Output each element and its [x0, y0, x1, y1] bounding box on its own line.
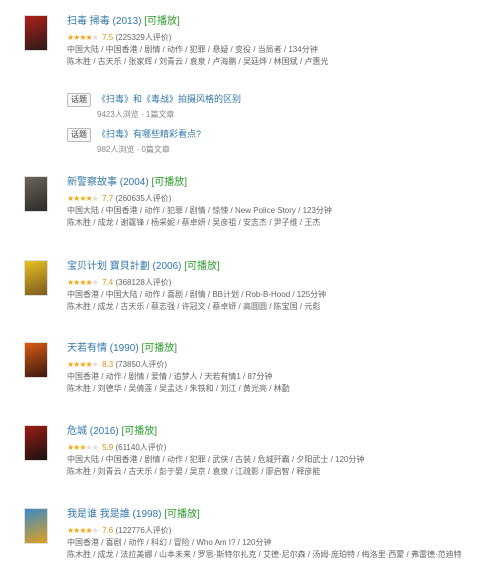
topic-stats: 9423人浏览 · 1篇文章: [97, 110, 175, 119]
vote-count: (122776人评价): [115, 526, 172, 535]
movie-meta-cast: 陈木胜 / 成龙 / 法拉美娜 / 山本未来 / 罗恩·斯特尔扎克 / 艾德·尼…: [67, 550, 462, 559]
vote-count: (260635人评价): [115, 194, 172, 203]
topic-tag: 话题: [67, 128, 91, 142]
rating-stars-icon: ★★★★★: [67, 443, 99, 452]
rating-stars-icon: ★★★★★: [67, 33, 99, 42]
movie-info: 危城 (2016) [可播放] ★★★★★ 5.9 (61140人评价) 中国大…: [67, 425, 492, 478]
movie-info: 我是谁 我是誰 (1998) [可播放] ★★★★★ 7.6 (122776人评…: [67, 508, 492, 561]
movie-result-list: 扫毒 掃毒 (2013) [可播放] ★★★★★ 7.5 (225329人评价)…: [0, 0, 500, 580]
poster-image: [25, 177, 47, 211]
topic-stats: 982人浏览 · 0篇文章: [97, 145, 170, 154]
poster-image: [25, 16, 47, 50]
movie-meta-cast: 陈木胜 / 成龙 / 谢霆锋 / 杨采妮 / 蔡卓妍 / 吴彦祖 / 安志杰 /…: [67, 218, 321, 227]
topic-title-link[interactable]: 《扫毒》和《毒战》拍摄风格的区别: [97, 93, 241, 106]
rating-stars-icon: ★★★★★: [67, 360, 99, 369]
rating-line: ★★★★★ 7.6 (122776人评价): [67, 525, 492, 537]
playable-label[interactable]: [可播放]: [144, 16, 180, 27]
movie-meta-genres: 中国大陆 / 中国香港 / 剧情 / 动作 / 犯罪 / 悬疑 / 变役 / 当…: [67, 45, 318, 54]
rating-score: 7.7: [102, 194, 114, 203]
playable-label[interactable]: [可播放]: [184, 261, 220, 272]
movie-meta-genres: 中国香港 / 动作 / 剧情 / 爱情 / 追梦人 / 天若有情1 / 87分钟: [67, 372, 273, 381]
title-line: 天若有情 (1990) [可播放]: [67, 342, 492, 356]
poster-image: [25, 426, 47, 460]
rating-line: ★★★★★ 8.3 (73850人评价): [67, 359, 492, 371]
movie-info: 天若有情 (1990) [可播放] ★★★★★ 8.3 (73850人评价) 中…: [67, 342, 492, 395]
movie-meta-cast: 陈木胜 / 古天乐 / 张家辉 / 刘青云 / 袁泉 / 卢海鹏 / 吴廷烨 /…: [67, 57, 329, 66]
movie-meta-cast: 陈木胜 / 成龙 / 古天乐 / 蔡志强 / 许冠文 / 蔡卓妍 / 高圆圆 /…: [67, 302, 321, 311]
movie-title-link[interactable]: 我是谁 我是誰 (1998): [67, 509, 161, 520]
vote-count: (73850人评价): [115, 360, 168, 369]
movie-meta-genres: 中国大陆 / 中国香港 / 剧情 / 动作 / 犯罪 / 武侠 / 古装 / 危…: [67, 455, 365, 464]
title-line: 宝贝计划 寶貝計劃 (2006) [可播放]: [67, 260, 492, 274]
movie-info: 宝贝计划 寶貝計劃 (2006) [可播放] ★★★★★ 7.4 (368128…: [67, 260, 492, 313]
movie-meta-genres: 中国香港 / 喜剧 / 动作 / 科幻 / 冒险 / Who Am I? / 1…: [67, 538, 272, 547]
vote-count: (61140人评价): [115, 443, 167, 452]
rating-score: 8.3: [102, 360, 114, 369]
vote-count: (225329人评价): [115, 33, 172, 42]
topic-tag: 话题: [67, 93, 91, 107]
playable-label[interactable]: [可播放]: [164, 509, 200, 520]
rating-stars-icon: ★★★★★: [67, 526, 99, 535]
rating-score: 7.5: [102, 33, 114, 42]
movie-poster[interactable]: [24, 260, 48, 296]
movie-title-link[interactable]: 扫毒 掃毒 (2013): [67, 16, 141, 27]
movie-poster[interactable]: [24, 342, 48, 378]
playable-label[interactable]: [可播放]: [141, 343, 177, 354]
rating-stars-icon: ★★★★★: [67, 278, 99, 287]
rating-line: ★★★★★ 7.5 (225329人评价): [67, 32, 492, 44]
rating-line: ★★★★★ 7.7 (260635人评价): [67, 193, 492, 205]
movie-meta-genres: 中国香港 / 中国大陆 / 动作 / 喜剧 / 剧情 / BB计划 / Rob-…: [67, 290, 327, 299]
movie-info: 扫毒 掃毒 (2013) [可播放] ★★★★★ 7.5 (225329人评价)…: [67, 15, 492, 68]
rating-line: ★★★★★ 5.9 (61140人评价): [67, 442, 492, 454]
movie-meta-genres: 中国大陆 / 中国香港 / 动作 / 犯罪 / 剧情 / 惊悚 / New Po…: [67, 206, 332, 215]
movie-meta-cast: 陈木胜 / 刘德华 / 吴倩莲 / 吴孟达 / 朱铁和 / 刘江 / 黄光亮 /…: [67, 384, 290, 393]
rating-line: ★★★★★ 7.4 (368128人评价): [67, 277, 492, 289]
rating-score: 7.6: [102, 526, 114, 535]
topic-title-link[interactable]: 《扫毒》有哪些精彩看点?: [97, 128, 201, 141]
rating-stars-icon: ★★★★★: [67, 194, 99, 203]
movie-meta-cast: 陈木胜 / 刘青云 / 古天乐 / 彭于晏 / 吴京 / 袁泉 / 江疏影 / …: [67, 467, 321, 476]
vote-count: (368128人评价): [115, 278, 172, 287]
poster-image: [25, 509, 47, 543]
movie-poster[interactable]: [24, 425, 48, 461]
movie-poster[interactable]: [24, 15, 48, 51]
movie-info: 新警察故事 (2004) [可播放] ★★★★★ 7.7 (260635人评价)…: [67, 176, 492, 229]
rating-score: 7.4: [102, 278, 114, 287]
poster-image: [25, 343, 47, 377]
title-line: 新警察故事 (2004) [可播放]: [67, 176, 492, 190]
movie-title-link[interactable]: 天若有情 (1990): [67, 343, 139, 354]
title-line: 危城 (2016) [可播放]: [67, 425, 492, 439]
poster-image: [25, 261, 47, 295]
movie-title-link[interactable]: 宝贝计划 寶貝計劃 (2006): [67, 261, 181, 272]
rating-score: 5.9: [102, 443, 114, 452]
playable-label[interactable]: [可播放]: [121, 426, 157, 437]
title-line: 扫毒 掃毒 (2013) [可播放]: [67, 15, 492, 29]
movie-poster[interactable]: [24, 508, 48, 544]
movie-title-link[interactable]: 新警察故事 (2004): [67, 177, 149, 188]
playable-label[interactable]: [可播放]: [151, 177, 187, 188]
movie-poster[interactable]: [24, 176, 48, 212]
movie-title-link[interactable]: 危城 (2016): [67, 426, 119, 437]
title-line: 我是谁 我是誰 (1998) [可播放]: [67, 508, 492, 522]
